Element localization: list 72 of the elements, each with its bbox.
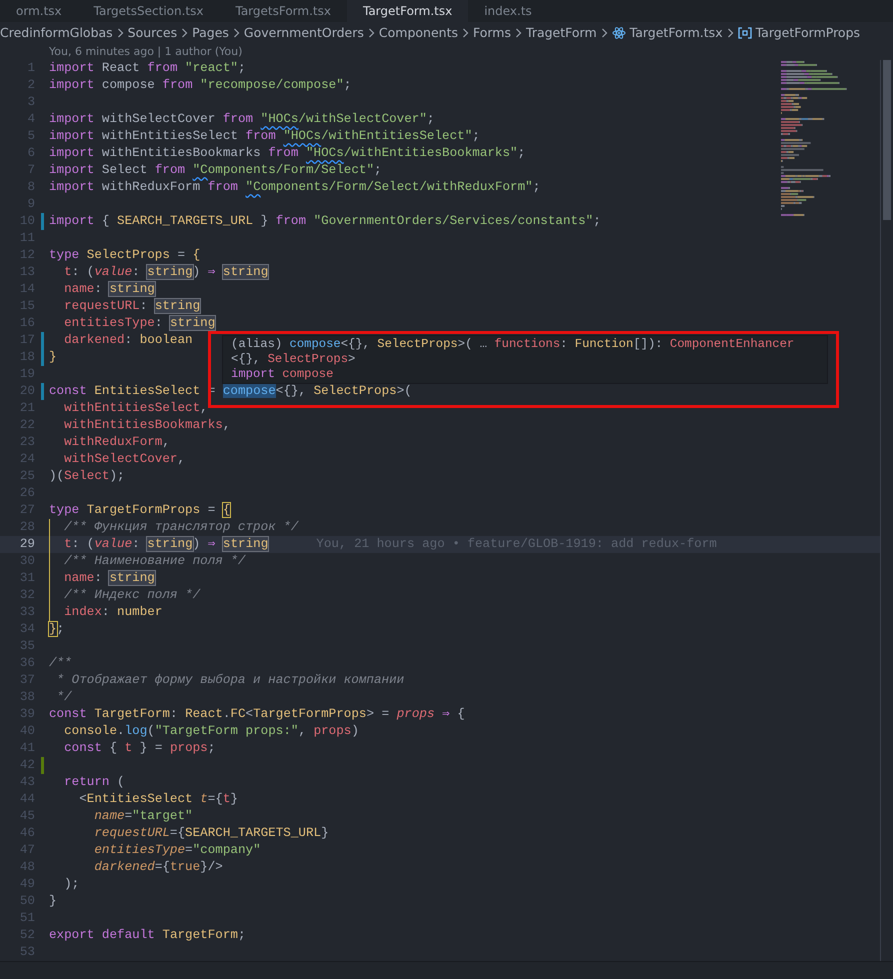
code-line: } [49, 893, 57, 910]
code-line: import withReduxForm from "Components/Form/Select/withReduxForm"; [49, 179, 540, 196]
code-line: console.log("TargetForm props:", props) [63, 723, 359, 740]
code-line: t: (value: string) ⇒ string [63, 536, 268, 553]
code-line: return ( [63, 774, 125, 791]
tooltip-text: import compose [231, 367, 334, 382]
code-line: t: (value: string) ⇒ string [63, 264, 268, 281]
breadcrumb-item[interactable]: TargetFormProps [756, 24, 860, 42]
change-marker [41, 383, 44, 400]
code-line: import Select from "Components/Form/Select"; [49, 162, 382, 179]
code-line: import withEntitiesSelect from "HOCs/withEntitiesSelect"; [49, 128, 480, 145]
code-line: requestURL: string [63, 298, 200, 315]
symbol-icon [738, 27, 752, 39]
code-line: withEntitiesSelect, [63, 400, 208, 417]
change-marker [41, 213, 44, 230]
code-line: const { t } = props; [63, 740, 216, 757]
chevron-icon [232, 28, 240, 38]
code-line: index: number [63, 604, 162, 621]
code-line: requestURL={SEARCH_TARGETS_URL} [93, 825, 329, 842]
code-line: /** Функция транслятор строк */ [63, 519, 298, 536]
chevron-icon [368, 28, 375, 38]
code-line: import React from "react"; [49, 60, 246, 77]
breadcrumb-item[interactable]: Forms [473, 24, 512, 42]
chevron-icon [116, 28, 124, 38]
chevron-icon [462, 28, 469, 38]
code-line: import compose from "recompose/compose"; [49, 77, 352, 94]
tooltip-text: <{}, SelectProps> [231, 352, 356, 367]
code-line: import { SEARCH_TARGETS_URL } from "GovernmentOrders/Services/constants"; [49, 213, 601, 230]
breadcrumb-item[interactable]: TargetForm.tsx [630, 24, 723, 42]
code-line: ); [63, 876, 80, 893]
code-line: withEntitiesBookmarks, [63, 417, 230, 434]
code-line: /** Наименование поля */ [63, 553, 246, 570]
code-line: import withEntitiesBookmarks from "HOCs/withEntitiesBookmarks"; [49, 145, 526, 162]
code-line: type SelectProps = { [49, 247, 200, 264]
breadcrumb-item[interactable]: Pages [192, 24, 229, 42]
code-line: entitiesType: string [63, 315, 216, 332]
editor-tab[interactable]: TargetForm.tsx [346, 0, 468, 22]
scrollbar-thumb[interactable] [883, 60, 891, 220]
code-line: /** [49, 655, 72, 672]
code-line: )(Select); [49, 468, 125, 485]
code-line: }; [49, 621, 64, 638]
codelens-text[interactable]: You, 6 minutes ago | 1 author (You) [0, 44, 893, 60]
code-line: /** Индекс поля */ [63, 587, 200, 604]
chevron-icon [515, 28, 522, 38]
code-line: name="target" [93, 808, 193, 825]
breadcrumb-item[interactable]: TragetForm [526, 24, 597, 42]
code-line: <EntitiesSelect t={t} [78, 791, 238, 808]
code-line: * Отображает форму выбора и настройки компании [56, 672, 404, 689]
code-line: } [49, 349, 57, 366]
code-line: name: string [63, 281, 155, 298]
code-line: entitiesType="company" [93, 842, 261, 859]
code-line: darkened: boolean [63, 332, 193, 349]
code-line: withSelectCover, [63, 451, 186, 468]
code-line: darkened={true}/> [93, 859, 223, 876]
code-line: */ [56, 689, 72, 706]
chevron-icon [600, 28, 608, 38]
breadcrumb-item[interactable]: GovernmentOrders [244, 24, 364, 42]
code-line: withReduxForm, [63, 434, 170, 451]
chevron-icon [181, 28, 188, 38]
tooltip-text: (alias) compose<{}, SelectProps>( … functions: Function[]): ComponentEnhancer [231, 337, 796, 352]
line-number: 29 [18, 536, 35, 553]
code-line: name: string [63, 570, 155, 587]
react-atom-icon [612, 26, 626, 40]
breadcrumb-item[interactable]: Components [378, 24, 458, 42]
change-marker [41, 757, 44, 774]
breadcrumb-item[interactable]: CredinformGlobas [0, 24, 113, 42]
code-line: const TargetForm: React.FC<TargetFormProps> = props ⇒ { [49, 706, 465, 723]
code-line: import withSelectCover from "HOCs/withSelectCover"; [49, 111, 434, 128]
chevron-icon [726, 28, 734, 38]
code-line: export default TargetForm; [49, 927, 246, 944]
code-line: type TargetFormProps = { [49, 502, 230, 519]
breadcrumb-item[interactable]: Sources [128, 24, 178, 42]
